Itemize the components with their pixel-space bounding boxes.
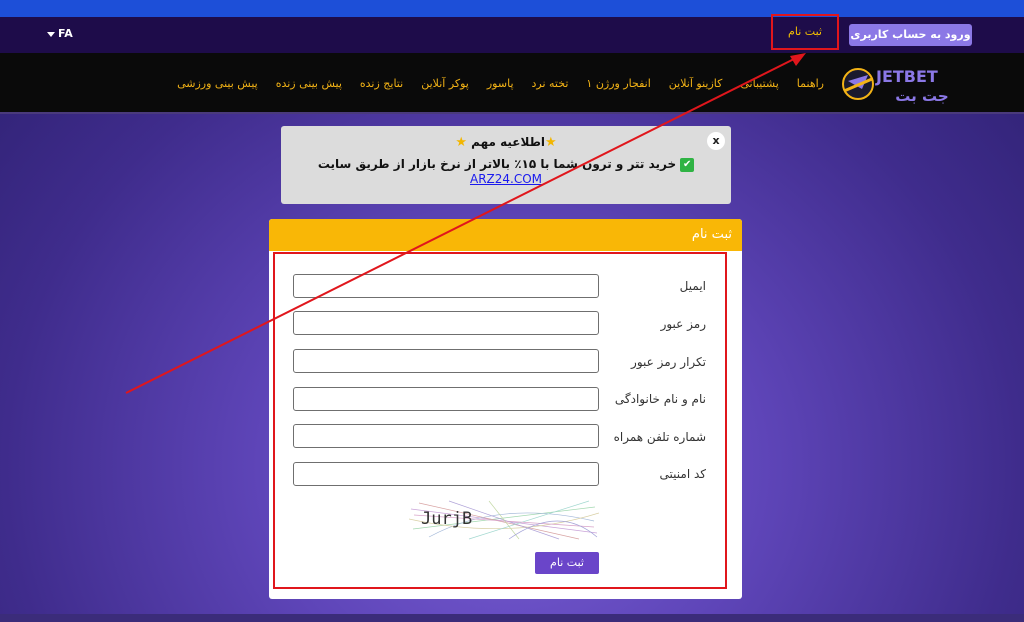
nav-item-guide[interactable]: راهنما [797,77,824,90]
nav-item-live-betting[interactable]: پیش بینی زنده [276,77,342,90]
password-label: رمز عبور [660,317,706,331]
user-bar: FA ثبت نام ورود به حساب کاربری [0,14,1024,53]
logo-text-latin: JETBET [875,67,938,86]
email-field[interactable] [293,274,599,298]
top-strip [0,0,1024,17]
register-card: ثبت نام ایمیل رمز عبور تکرار رمز عبور نا… [269,219,742,599]
jetbet-logo[interactable]: JETBET جت بت [838,61,968,107]
language-label: FA [58,27,73,40]
arz24-link[interactable]: ARZ24.COM [470,172,542,186]
nav-item-crash[interactable]: انفجار ورژن ۱ [586,77,650,90]
nav-item-sports-betting[interactable]: پیش بینی ورزشی [177,77,258,90]
phone-field[interactable] [293,424,599,448]
login-button[interactable]: ورود به حساب کاربری [849,24,972,46]
phone-label: شماره تلفن همراه [613,430,706,444]
nav-item-backgammon[interactable]: تخته نرد [532,77,569,90]
notice-title: ★اطلاعیه مهم ★ [281,135,731,150]
main-navbar: پیش بینی ورزشی پیش بینی زنده نتایج زنده … [0,53,1024,114]
notice-body: ✔خرید تتر و ترون شما با ۱۵٪ بالاتر از نر… [281,157,731,186]
bottom-strip [0,614,1024,622]
language-selector[interactable]: FA [47,27,73,40]
notice-body-text: خرید تتر و ترون شما با ۱۵٪ بالاتر از نرخ… [317,157,677,171]
nav-item-online-poker[interactable]: پوکر آنلاین [421,77,469,90]
full-name-label: نام و نام خانوادگی [614,392,706,406]
star-icon: ★ [455,135,467,150]
nav-item-support[interactable]: پشتیبانی [740,77,778,90]
nav-item-pasoor[interactable]: پاسور [487,77,514,90]
full-name-field[interactable] [293,387,599,411]
nav-item-online-casino[interactable]: کازینو آنلاین [669,77,723,90]
notice-title-text: اطلاعیه مهم [471,135,546,149]
check-icon: ✔ [680,157,695,172]
important-notice: x ★اطلاعیه مهم ★ ✔خرید تتر و ترون شما با… [281,126,731,204]
confirm-password-field[interactable] [293,349,599,373]
email-label: ایمیل [679,279,706,293]
logo-text-persian: جت بت [895,87,948,105]
password-field[interactable] [293,311,599,335]
security-code-label: کد امنیتی [659,467,706,481]
nav-menu: پیش بینی ورزشی پیش بینی زنده نتایج زنده … [177,53,824,114]
security-code-field[interactable] [293,462,599,486]
register-card-header: ثبت نام [269,219,742,251]
register-link[interactable]: ثبت نام [771,14,839,50]
star-icon: ★ [545,135,557,150]
submit-register-button[interactable]: ثبت نام [535,552,599,574]
nav-item-live-results[interactable]: نتایج زنده [360,77,403,90]
captcha-text: JurjB [421,509,472,529]
captcha-image: JurjB [408,499,600,541]
caret-down-icon [47,31,55,37]
confirm-password-label: تکرار رمز عبور [631,355,706,369]
